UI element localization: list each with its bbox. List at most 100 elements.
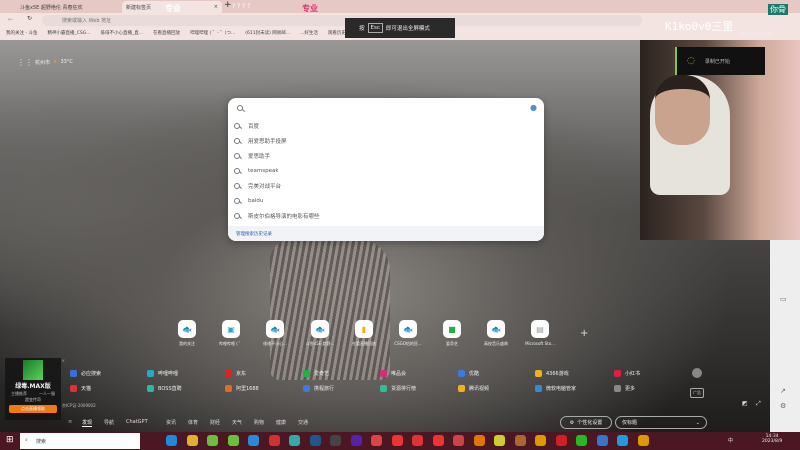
suggestion[interactable]: 完美对战平台 <box>234 178 281 193</box>
quick-link[interactable]: 必应搜索 <box>70 370 101 377</box>
suggestion[interactable]: 用爱思助手投屏 <box>234 133 287 148</box>
shortcut[interactable]: ▮ 在看直播回放 <box>344 320 384 347</box>
shortcut[interactable]: 🐟 CSGO钻的狂... <box>388 320 428 347</box>
wallpaper-icon[interactable]: ◩ <box>742 400 748 407</box>
quick-link[interactable]: 阿里1688 <box>225 385 259 392</box>
taskbar-app-icon[interactable] <box>248 435 259 446</box>
taskbar-app-icon[interactable] <box>207 435 218 446</box>
promo-button[interactable]: 点击直播领取 <box>9 405 57 413</box>
shortcut[interactable]: ▣ 哔哩哔哩 ( ゜ <box>211 320 251 347</box>
quick-link[interactable]: 4366游戏 <box>535 370 569 377</box>
weather-widget[interactable]: 杭州市 ☀ 33°C <box>35 59 73 66</box>
taskbar-app-icon[interactable] <box>555 435 567 446</box>
bookmark[interactable]: 在看直播回放 <box>153 30 180 38</box>
nav-tab[interactable]: 健康 <box>276 419 286 426</box>
nav-tab[interactable]: 天气 <box>232 419 242 426</box>
taskbar-app-icon[interactable] <box>268 435 280 446</box>
quick-link[interactable]: 腾讯视频 <box>458 385 489 392</box>
bookmark[interactable]: 哔哩哔哩 ( ゜- ゜)つ... <box>190 30 235 38</box>
taskbar-app-icon[interactable] <box>494 435 505 446</box>
shortcut[interactable]: 🐟 斗鱼x5E 超野... <box>300 320 340 347</box>
taskbar-app-icon[interactable] <box>309 435 321 446</box>
taskbar-app-icon[interactable] <box>576 435 587 446</box>
taskbar-app-icon[interactable] <box>514 435 526 446</box>
quick-link[interactable]: 哔哩哔哩 <box>147 370 178 377</box>
promo-ad[interactable]: 绿毒.MAX版 主播推荐 一人一服 超变传奇 点击直播领取 × <box>5 358 65 420</box>
quick-link[interactable]: 小红书 <box>614 370 640 377</box>
apps-grid-icon[interactable]: ⋮⋮ <box>17 58 33 67</box>
taskbar-app-icon[interactable] <box>432 435 444 446</box>
layout-select[interactable]: 仅标题 ⌄ <box>615 416 707 429</box>
close-icon[interactable]: × <box>62 358 65 363</box>
quick-link[interactable]: 更多 <box>614 385 635 392</box>
windows-start-icon[interactable]: ⊞ <box>6 435 14 445</box>
bookmark[interactable]: (611封未读) 网易邮... <box>245 30 290 38</box>
refresh-icon[interactable]: ↻ <box>27 15 32 22</box>
taskbar-app-icon[interactable] <box>166 435 177 446</box>
taskbar-app-icon[interactable] <box>227 435 239 446</box>
nav-tab[interactable]: 发现 <box>82 419 93 427</box>
suggestion[interactable]: 爱思助手 <box>234 148 270 163</box>
quick-link[interactable]: 天猫 <box>70 385 91 392</box>
bookmark[interactable]: 俳俳不小心直播_直... <box>101 30 144 38</box>
collapse-icon[interactable] <box>692 368 702 378</box>
taskbar-app-icon[interactable] <box>371 435 382 446</box>
suggestion[interactable]: baidu <box>234 193 263 208</box>
new-tab-button[interactable]: + <box>224 0 232 10</box>
quick-link[interactable]: 优酷 <box>458 370 479 377</box>
taskbar-app-icon[interactable] <box>453 435 464 446</box>
expand-icon[interactable]: ⤢ <box>756 400 761 408</box>
quick-link[interactable]: 唯品会 <box>380 370 406 377</box>
shortcut[interactable]: 🐟 高校音乐盛典 <box>476 320 516 347</box>
back-icon[interactable]: ← <box>8 16 13 23</box>
microphone-icon[interactable]: ● <box>530 103 537 112</box>
manage-history-link[interactable]: 管理搜索历史记录 <box>228 226 544 241</box>
bookmark[interactable]: 我的关注 - 斗鱼 <box>6 30 37 38</box>
settings-icon[interactable]: ⚙ <box>780 402 786 410</box>
bookmark[interactable]: ...好生活 <box>300 30 318 38</box>
nav-tab[interactable]: 购物 <box>254 419 264 426</box>
clock[interactable]: 14:34 2023/8/9 <box>762 434 782 444</box>
quick-link[interactable]: 货源排行榜 <box>380 385 416 392</box>
quick-link[interactable]: 京东 <box>225 370 246 377</box>
screen-icon[interactable]: ▭ <box>780 295 787 303</box>
taskbar-app-icon[interactable] <box>391 435 403 446</box>
shortcut[interactable]: 🐟 我的关注 <box>167 320 207 347</box>
nav-tab[interactable]: 交通 <box>298 419 308 426</box>
shortcut[interactable]: ■ 爱奇艺 <box>432 320 472 347</box>
shortcut[interactable]: 🐟 俳俳不小心... <box>255 320 295 347</box>
search-input[interactable] <box>250 101 520 115</box>
personalize-button[interactable]: ⚙ 个性化设置 <box>560 416 612 429</box>
taskbar-app-icon[interactable] <box>186 435 198 446</box>
ime-indicator[interactable]: 中 <box>728 437 733 444</box>
taskbar-app-icon[interactable] <box>637 435 649 446</box>
taskbar-app-icon[interactable] <box>535 435 546 446</box>
taskbar-app-icon[interactable] <box>596 435 608 446</box>
add-shortcut-icon[interactable]: + <box>580 328 588 339</box>
nav-tab[interactable]: 资讯 <box>166 419 176 426</box>
nav-tab[interactable]: ChatGPT <box>126 419 148 425</box>
taskbar-app-icon[interactable] <box>617 435 628 446</box>
tab-douyu[interactable]: 斗鱼x5E 超野绝伦 青春狂欢× <box>16 1 139 13</box>
quick-link[interactable]: 微软电脑管家 <box>535 385 576 392</box>
taskbar-app-icon[interactable] <box>473 435 485 446</box>
url-input[interactable]: 搜索或输入 Web 地址 <box>42 15 642 26</box>
menu-icon[interactable]: ≡ <box>68 419 72 425</box>
shortcut[interactable]: ▤ Microsoft Sto... <box>520 320 560 346</box>
quick-link[interactable]: 携程旅行 <box>303 385 334 392</box>
taskbar-app-icon[interactable] <box>289 435 300 446</box>
suggestion[interactable]: teamspeak <box>234 163 279 178</box>
suggestion[interactable]: 百度 <box>234 118 259 133</box>
nav-tab[interactable]: 体育 <box>188 419 198 426</box>
taskbar-app-icon[interactable] <box>350 435 362 446</box>
quick-link[interactable]: BOSS直聘 <box>147 385 182 392</box>
taskbar-app-icon[interactable] <box>412 435 423 446</box>
external-link-icon[interactable]: ↗ <box>780 387 786 395</box>
bookmark[interactable]: 精神小霸直播_CSG... <box>47 30 90 38</box>
taskbar-app-icon[interactable] <box>330 435 341 446</box>
nav-tab[interactable]: 导航 <box>104 419 114 426</box>
nav-tab[interactable]: 财经 <box>210 419 220 426</box>
taskbar-search[interactable]: ⌕ 搜索 <box>20 433 140 449</box>
quick-link[interactable]: 爱奇艺 <box>303 370 329 377</box>
suggestion[interactable]: 斯皮尔伯格导演的电影有哪些 <box>234 208 320 223</box>
